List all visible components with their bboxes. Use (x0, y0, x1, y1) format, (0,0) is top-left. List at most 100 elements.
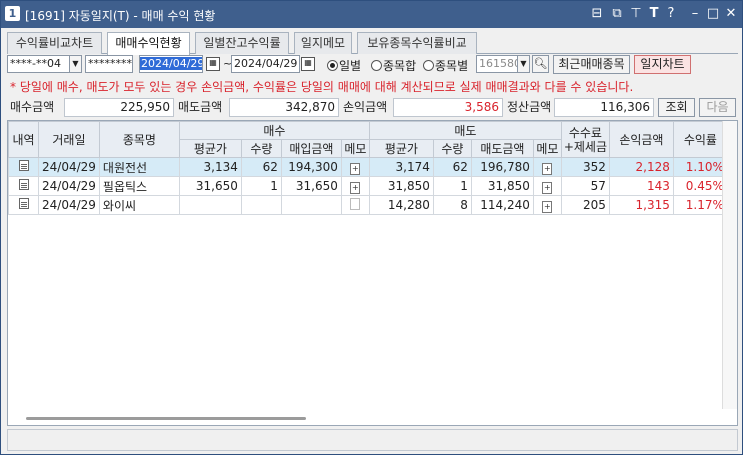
journal-chart-button[interactable]: 일지차트 (634, 55, 691, 74)
close-icon[interactable]: ✕ (724, 6, 738, 22)
header-buy-group: 매수 (178, 121, 370, 140)
detail-doc-icon[interactable] (18, 179, 29, 190)
sell-amount-cell: 31,850 (470, 176, 534, 196)
header-detail[interactable]: 내역 (8, 121, 39, 158)
buy-memo-cell[interactable]: + (340, 157, 370, 177)
buy-memo-cell[interactable]: + (340, 176, 370, 196)
memo-add-icon[interactable]: + (542, 162, 553, 175)
detail-cell[interactable] (8, 157, 39, 177)
detail-cell[interactable] (8, 195, 39, 215)
status-bar (7, 429, 738, 451)
stock-code-field[interactable]: 161580 (476, 55, 518, 73)
trade-date-cell: 24/04/29 (38, 176, 100, 196)
memo-empty-icon[interactable] (350, 197, 361, 210)
copy-icon[interactable]: ⧉ (610, 6, 624, 22)
recent-trades-button[interactable]: 최근매매종목 (553, 55, 630, 74)
radio-daily-dot (327, 60, 338, 71)
table-row[interactable]: 24/04/29 필옵틱스 31,650 1 31,650 + 31,850 1… (8, 176, 728, 196)
header-buy-qty[interactable]: 수량 (240, 139, 282, 158)
horizontal-scrollbar[interactable] (8, 410, 721, 425)
maximize-icon[interactable]: □ (706, 6, 720, 22)
minimize-icon[interactable]: – (688, 6, 702, 22)
stock-name-cell: 필옵틱스 (98, 176, 180, 196)
search-icon[interactable]: 🔍︎ (532, 55, 549, 73)
table-row[interactable]: 24/04/29 와이씨 14,280 8 114,240 + 205 1,31… (8, 195, 728, 215)
header-buy-memo[interactable]: 메모 (340, 139, 370, 158)
header-fee-top: 수수료 (568, 125, 602, 140)
horizontal-scroll-thumb[interactable] (26, 417, 306, 420)
header-pnl[interactable]: 손익금액 (608, 121, 674, 158)
sell-amount-value: 342,870 (229, 98, 339, 117)
sell-qty-cell: 62 (432, 157, 472, 177)
buy-qty-cell: 1 (240, 176, 282, 196)
settlement-amount-value: 116,306 (554, 98, 654, 117)
trade-grid: 내역 거래일 종목명 매수 매도 수수료 +제세금 손익금액 수익률 평균가 수량… (7, 120, 738, 426)
memo-add-icon[interactable]: + (350, 162, 361, 175)
buy-qty-cell (240, 195, 282, 215)
title-bar[interactable]: 1 [1691] 자동일지(T) - 매매 수익 현황 ⊟ ⧉ ⊤ T ? – … (1, 1, 742, 28)
pnl-cell: 143 (608, 176, 674, 196)
tab-trade-profit-status[interactable]: 매매수익현황 (107, 32, 190, 55)
header-buy-amount[interactable]: 매입금액 (280, 139, 342, 158)
sell-qty-cell: 8 (432, 195, 472, 215)
date-from-field[interactable]: 2024/04/29 (139, 55, 203, 73)
memo-add-icon[interactable]: + (350, 181, 361, 194)
radio-by-stock-sum[interactable]: 종목합 (371, 57, 416, 74)
detail-doc-icon[interactable] (18, 198, 29, 209)
stock-name-cell: 와이씨 (98, 195, 180, 215)
memo-add-icon[interactable]: + (542, 200, 553, 213)
query-button[interactable]: 조회 (658, 98, 695, 117)
tab-daily-balance-yield[interactable]: 일별잔고수익률 (195, 32, 289, 54)
sell-qty-cell: 1 (432, 176, 472, 196)
header-buy-avg[interactable]: 평균가 (178, 139, 242, 158)
window-title: [1691] 자동일지(T) - 매매 수익 현황 (25, 9, 216, 23)
query-toolbar: ****-**04 ▼ ******** 2024/04/29 ▦ ~ 2024… (7, 55, 738, 75)
memo-add-icon[interactable]: + (542, 181, 553, 194)
date-to-field[interactable]: 2024/04/29 (231, 55, 300, 73)
sell-memo-cell[interactable]: + (532, 157, 562, 177)
header-rate[interactable]: 수익률 (672, 121, 728, 158)
header-fee[interactable]: 수수료 +제세금 (560, 121, 610, 158)
account-dropdown-icon[interactable]: ▼ (69, 55, 82, 73)
tab-holding-yield-compare[interactable]: 보유종목수익률비교 (357, 32, 477, 54)
radio-daily[interactable]: 일별 (327, 57, 361, 74)
sell-memo-cell[interactable]: + (532, 195, 562, 215)
table-row[interactable]: 24/04/29 대원전선 3,134 62 194,300 + 3,174 6… (8, 157, 728, 177)
radio-stock-sum-label: 종목합 (383, 59, 417, 73)
help-icon[interactable]: ? (664, 6, 678, 22)
radio-stock-sum-dot (371, 60, 382, 71)
calendar-from-icon[interactable]: ▦ (206, 57, 220, 71)
tab-yield-compare-chart[interactable]: 수익률비교차트 (7, 32, 102, 54)
header-sell-amount[interactable]: 매도금액 (470, 139, 534, 158)
stock-code-dropdown-icon[interactable]: ▼ (517, 55, 530, 73)
radio-by-stock[interactable]: 종목별 (423, 57, 468, 74)
sell-amount-cell: 114,240 (470, 195, 534, 215)
detail-cell[interactable] (8, 176, 39, 196)
next-button[interactable]: 다음 (699, 98, 736, 117)
rate-cell: 1.17% (672, 195, 728, 215)
detail-doc-icon[interactable] (18, 160, 29, 171)
header-sell-avg[interactable]: 평균가 (368, 139, 434, 158)
calendar-to-icon[interactable]: ▦ (301, 57, 315, 71)
account-select[interactable]: ****-**04 (7, 55, 70, 73)
buy-memo-cell[interactable] (340, 195, 370, 215)
buy-avg-cell: 31,650 (178, 176, 242, 196)
pnl-amount-label: 손익금액 (343, 100, 388, 114)
summary-row: 매수금액 225,950 매도금액 342,870 손익금액 3,586 정산금… (7, 98, 738, 117)
tab-journal-memo[interactable]: 일지메모 (294, 32, 352, 54)
header-trade-date[interactable]: 거래일 (38, 121, 100, 158)
font-icon[interactable]: T (647, 6, 661, 22)
header-sell-qty[interactable]: 수량 (432, 139, 472, 158)
radio-by-stock-label: 종목별 (435, 59, 469, 73)
app-window: 1 [1691] 자동일지(T) - 매매 수익 현황 ⊟ ⧉ ⊤ T ? – … (0, 0, 743, 455)
sell-memo-cell[interactable]: + (532, 176, 562, 196)
app-icon[interactable]: 1 (5, 6, 20, 21)
vertical-scrollbar[interactable] (722, 121, 737, 409)
pin-icon[interactable]: ⊤ (629, 6, 643, 22)
restore-icon[interactable]: ⊟ (590, 6, 604, 22)
notice-text: * 당일에 매수, 매도가 모두 있는 경우 손익금액, 수익률은 당일의 매매… (10, 80, 634, 94)
password-field[interactable]: ******** (85, 55, 133, 73)
header-sell-memo[interactable]: 메모 (532, 139, 562, 158)
header-stock-name[interactable]: 종목명 (98, 121, 180, 158)
fee-cell: 57 (560, 176, 610, 196)
